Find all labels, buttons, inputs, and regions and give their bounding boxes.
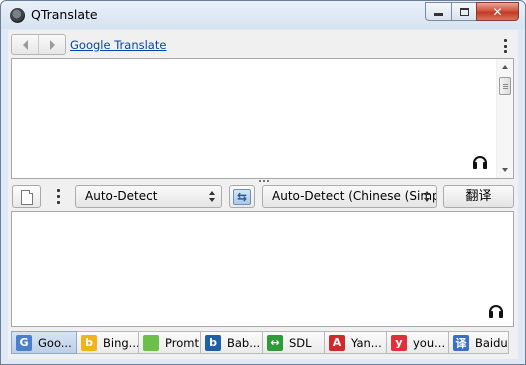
close-button[interactable]: ✕ <box>476 2 519 21</box>
engine-tab[interactable]: Promt <box>139 331 201 354</box>
nav-menu-button[interactable] <box>501 39 509 53</box>
close-icon: ✕ <box>492 4 503 19</box>
youdao-icon: y <box>391 334 407 351</box>
engine-tab-label: Promt <box>165 335 199 350</box>
language-toolbar: Auto-Detect ⇆ Auto-Detect (Chinese (Simp… <box>8 183 518 210</box>
source-language-select[interactable]: Auto-Detect <box>75 185 222 208</box>
engine-tab[interactable]: A Yan... <box>325 331 387 354</box>
window-controls: ✕ <box>425 2 519 21</box>
engine-tab[interactable]: ↔ SDL <box>263 331 325 354</box>
back-button[interactable] <box>12 35 38 54</box>
engine-tab-label: Goo... <box>38 335 72 350</box>
new-document-button[interactable] <box>12 185 41 208</box>
babylon-icon: b <box>205 334 221 351</box>
scroll-down-icon[interactable] <box>502 168 508 172</box>
source-scrollbar[interactable] <box>496 59 513 178</box>
engine-tab-label: Bing... <box>103 335 138 350</box>
minimize-icon <box>434 13 443 16</box>
service-link[interactable]: Google Translate <box>70 38 166 52</box>
scrollbar-thumb[interactable] <box>499 77 511 95</box>
engine-tab-label: SDL <box>289 335 312 350</box>
engine-tab-label: Yan... <box>351 335 382 350</box>
scroll-up-icon[interactable] <box>502 65 508 69</box>
history-nav <box>11 34 66 55</box>
swap-languages-button[interactable]: ⇆ <box>229 185 255 208</box>
sdl-icon: ↔ <box>267 334 283 351</box>
engine-tab[interactable]: b Bing... <box>77 331 139 354</box>
app-window: QTranslate ✕ Google Translate Auto-Detec… <box>0 0 526 365</box>
toolbar-menu-button[interactable] <box>54 189 62 204</box>
promt-icon <box>143 334 159 351</box>
listen-translation-icon[interactable] <box>489 305 503 318</box>
main-panel: Google Translate Auto-Detect ⇆ Auto-Dete… <box>8 30 518 359</box>
bing-icon: b <box>81 334 97 351</box>
engine-tab[interactable]: 译 Baidu <box>449 331 509 354</box>
yandex-icon: A <box>329 334 345 351</box>
translation-text-area[interactable] <box>11 211 514 327</box>
engine-tab-label: Bab... <box>227 335 261 350</box>
google-icon: G <box>16 334 32 351</box>
updown-arrow-icon <box>209 191 216 203</box>
swap-icon: ⇆ <box>233 188 251 205</box>
minimize-button[interactable] <box>425 2 451 21</box>
baidu-icon: 译 <box>453 334 469 351</box>
target-language-select[interactable]: Auto-Detect (Chinese (Simp... <box>262 185 437 208</box>
engine-tab[interactable]: G Goo... <box>11 331 77 354</box>
engine-tab-label: Baidu <box>475 335 508 350</box>
target-language-value: Auto-Detect (Chinese (Simp... <box>272 189 437 203</box>
engine-tab[interactable]: y you... <box>387 331 449 354</box>
forward-button[interactable] <box>38 35 65 54</box>
arrow-right-icon <box>49 39 55 50</box>
engine-tab[interactable]: b Bab... <box>201 331 263 354</box>
window-title: QTranslate <box>31 7 98 22</box>
translate-button[interactable]: 翻译 <box>443 185 514 208</box>
arrow-left-icon <box>22 39 28 50</box>
source-text-area[interactable] <box>11 58 514 179</box>
source-language-value: Auto-Detect <box>85 189 158 203</box>
title-bar[interactable]: QTranslate ✕ <box>1 1 525 29</box>
engine-tab-label: you... <box>413 335 446 350</box>
translation-engine-tabs: G Goo... b Bing... Promt b Bab... ↔ SDL A Yan... y y… <box>11 331 515 354</box>
navigation-bar: Google Translate <box>10 32 516 58</box>
maximize-button[interactable] <box>451 2 476 21</box>
updown-arrow-icon <box>424 191 431 203</box>
maximize-icon <box>459 7 469 16</box>
listen-source-icon[interactable] <box>473 156 487 169</box>
qtranslate-app-icon <box>10 8 25 23</box>
